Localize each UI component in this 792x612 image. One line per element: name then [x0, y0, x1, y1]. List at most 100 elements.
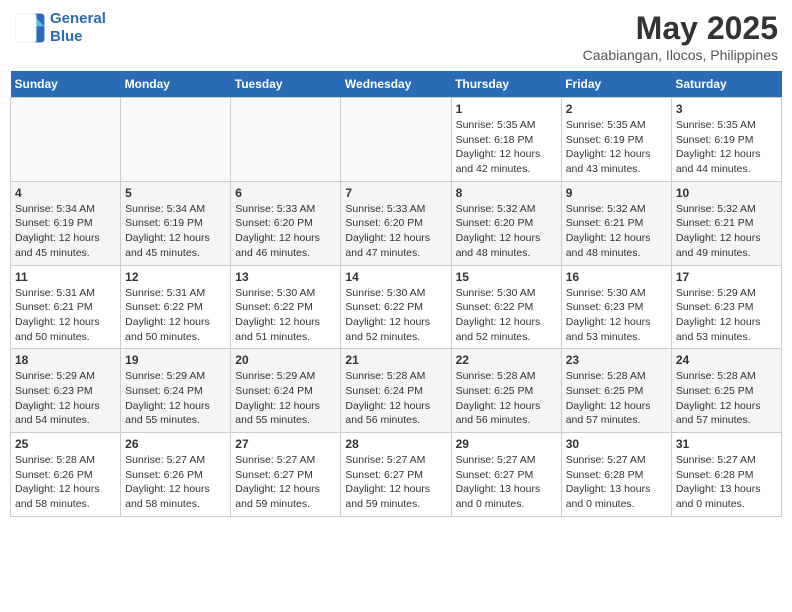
col-header-tuesday: Tuesday — [231, 71, 341, 98]
week-row-1: 1 Sunrise: 5:35 AM Sunset: 6:18 PM Daylig… — [11, 98, 782, 182]
day-info: Sunrise: 5:28 AM Sunset: 6:25 PM Dayligh… — [566, 369, 667, 428]
day-number: 26 — [125, 437, 226, 451]
calendar-cell: 17 Sunrise: 5:29 AM Sunset: 6:23 PM Dayli… — [671, 265, 781, 349]
day-number: 12 — [125, 270, 226, 284]
day-number: 24 — [676, 353, 777, 367]
day-info: Sunrise: 5:34 AM Sunset: 6:19 PM Dayligh… — [125, 202, 226, 261]
day-info: Sunrise: 5:33 AM Sunset: 6:20 PM Dayligh… — [345, 202, 446, 261]
day-info: Sunrise: 5:35 AM Sunset: 6:19 PM Dayligh… — [566, 118, 667, 177]
calendar-cell: 7 Sunrise: 5:33 AM Sunset: 6:20 PM Daylig… — [341, 181, 451, 265]
calendar-cell: 21Sunrise: 5:28 AM Sunset: 6:24 PM Dayli… — [341, 349, 451, 433]
col-header-friday: Friday — [561, 71, 671, 98]
day-info: Sunrise: 5:28 AM Sunset: 6:26 PM Dayligh… — [15, 453, 116, 512]
day-info: Sunrise: 5:27 AM Sunset: 6:26 PM Dayligh… — [125, 453, 226, 512]
calendar-cell: 6 Sunrise: 5:33 AM Sunset: 6:20 PM Daylig… — [231, 181, 341, 265]
day-number: 6 — [235, 186, 336, 200]
day-number: 4 — [15, 186, 116, 200]
col-header-sunday: Sunday — [11, 71, 121, 98]
calendar-cell: 29 Sunrise: 5:27 AM Sunset: 6:27 PM Dayli… — [451, 433, 561, 517]
logo-text: General Blue — [50, 10, 106, 46]
day-number: 23 — [566, 353, 667, 367]
day-number: 10 — [676, 186, 777, 200]
day-info: Sunrise: 5:32 AM Sunset: 6:21 PM Dayligh… — [676, 202, 777, 261]
calendar-cell: 13 Sunrise: 5:30 AM Sunset: 6:22 PM Dayli… — [231, 265, 341, 349]
calendar-cell — [231, 98, 341, 182]
day-number: 11 — [15, 270, 116, 284]
logo-icon — [14, 12, 46, 44]
calendar-cell: 15 Sunrise: 5:30 AM Sunset: 6:22 PM Dayli… — [451, 265, 561, 349]
day-number: 9 — [566, 186, 667, 200]
day-number: 16 — [566, 270, 667, 284]
logo-line2: Blue — [50, 28, 83, 45]
calendar-cell: 25 Sunrise: 5:28 AM Sunset: 6:26 PM Dayli… — [11, 433, 121, 517]
day-info: Sunrise: 5:30 AM Sunset: 6:22 PM Dayligh… — [456, 286, 557, 345]
day-info: Sunrise: 5:29 AM Sunset: 6:24 PM Dayligh… — [235, 369, 336, 428]
logo: General Blue — [14, 10, 106, 46]
day-info: Sunrise: 5:27 AM Sunset: 6:27 PM Dayligh… — [235, 453, 336, 512]
day-info: Sunrise: 5:30 AM Sunset: 6:23 PM Dayligh… — [566, 286, 667, 345]
week-row-3: 11 Sunrise: 5:31 AM Sunset: 6:21 PM Dayli… — [11, 265, 782, 349]
calendar-cell: 9 Sunrise: 5:32 AM Sunset: 6:21 PM Daylig… — [561, 181, 671, 265]
header-row: SundayMondayTuesdayWednesdayThursdayFrid… — [11, 71, 782, 98]
day-number: 25 — [15, 437, 116, 451]
week-row-4: 18 Sunrise: 5:29 AM Sunset: 6:23 PM Dayli… — [11, 349, 782, 433]
day-info: Sunrise: 5:35 AM Sunset: 6:18 PM Dayligh… — [456, 118, 557, 177]
day-number: 13 — [235, 270, 336, 284]
calendar-table: SundayMondayTuesdayWednesdayThursdayFrid… — [10, 71, 782, 517]
calendar-cell: 20 Sunrise: 5:29 AM Sunset: 6:24 PM Dayli… — [231, 349, 341, 433]
calendar-cell: 4 Sunrise: 5:34 AM Sunset: 6:19 PM Daylig… — [11, 181, 121, 265]
calendar-cell: 1 Sunrise: 5:35 AM Sunset: 6:18 PM Daylig… — [451, 98, 561, 182]
day-info: Sunrise: 5:27 AM Sunset: 6:28 PM Dayligh… — [566, 453, 667, 512]
day-number: 7 — [345, 186, 446, 200]
day-info: Sunrise: 5:28 AM Sunset: 6:25 PM Dayligh… — [456, 369, 557, 428]
day-number: 17 — [676, 270, 777, 284]
calendar-cell — [11, 98, 121, 182]
calendar-cell: 23 Sunrise: 5:28 AM Sunset: 6:25 PM Dayli… — [561, 349, 671, 433]
calendar-cell: 12 Sunrise: 5:31 AM Sunset: 6:22 PM Dayli… — [121, 265, 231, 349]
calendar-cell: 18 Sunrise: 5:29 AM Sunset: 6:23 PM Dayli… — [11, 349, 121, 433]
day-number: 1 — [456, 102, 557, 116]
day-info: Sunrise: 5:27 AM Sunset: 6:27 PM Dayligh… — [456, 453, 557, 512]
calendar-cell: 10 Sunrise: 5:32 AM Sunset: 6:21 PM Dayli… — [671, 181, 781, 265]
day-info: Sunrise: 5:29 AM Sunset: 6:23 PM Dayligh… — [676, 286, 777, 345]
calendar-cell: 16 Sunrise: 5:30 AM Sunset: 6:23 PM Dayli… — [561, 265, 671, 349]
col-header-thursday: Thursday — [451, 71, 561, 98]
calendar-cell: 28Sunrise: 5:27 AM Sunset: 6:27 PM Dayli… — [341, 433, 451, 517]
day-info: Sunrise: 5:31 AM Sunset: 6:21 PM Dayligh… — [15, 286, 116, 345]
day-number: 31 — [676, 437, 777, 451]
day-info: Sunrise: 5:30 AM Sunset: 6:22 PM Dayligh… — [235, 286, 336, 345]
day-info: Sunrise: 5:34 AM Sunset: 6:19 PM Dayligh… — [15, 202, 116, 261]
day-number: 30 — [566, 437, 667, 451]
day-info: Sunrise: 5:29 AM Sunset: 6:24 PM Dayligh… — [125, 369, 226, 428]
col-header-wednesday: Wednesday — [341, 71, 451, 98]
calendar-cell: 31Sunrise: 5:27 AM Sunset: 6:28 PM Dayli… — [671, 433, 781, 517]
calendar-cell: 14Sunrise: 5:30 AM Sunset: 6:22 PM Dayli… — [341, 265, 451, 349]
day-info: Sunrise: 5:29 AM Sunset: 6:23 PM Dayligh… — [15, 369, 116, 428]
day-number: 20 — [235, 353, 336, 367]
day-number: 15 — [456, 270, 557, 284]
col-header-saturday: Saturday — [671, 71, 781, 98]
calendar-cell: 27 Sunrise: 5:27 AM Sunset: 6:27 PM Dayli… — [231, 433, 341, 517]
day-number: 5 — [125, 186, 226, 200]
week-row-5: 25 Sunrise: 5:28 AM Sunset: 6:26 PM Dayli… — [11, 433, 782, 517]
calendar-cell — [341, 98, 451, 182]
day-info: Sunrise: 5:28 AM Sunset: 6:25 PM Dayligh… — [676, 369, 777, 428]
day-info: Sunrise: 5:33 AM Sunset: 6:20 PM Dayligh… — [235, 202, 336, 261]
calendar-cell: 19Sunrise: 5:29 AM Sunset: 6:24 PM Dayli… — [121, 349, 231, 433]
calendar-cell: 26 Sunrise: 5:27 AM Sunset: 6:26 PM Dayli… — [121, 433, 231, 517]
day-number: 18 — [15, 353, 116, 367]
calendar-cell: 24 Sunrise: 5:28 AM Sunset: 6:25 PM Dayli… — [671, 349, 781, 433]
calendar-cell: 2Sunrise: 5:35 AM Sunset: 6:19 PM Daylig… — [561, 98, 671, 182]
day-info: Sunrise: 5:31 AM Sunset: 6:22 PM Dayligh… — [125, 286, 226, 345]
day-info: Sunrise: 5:32 AM Sunset: 6:21 PM Dayligh… — [566, 202, 667, 261]
calendar-cell: 22Sunrise: 5:28 AM Sunset: 6:25 PM Dayli… — [451, 349, 561, 433]
week-row-2: 4 Sunrise: 5:34 AM Sunset: 6:19 PM Daylig… — [11, 181, 782, 265]
calendar-cell: 3Sunrise: 5:35 AM Sunset: 6:19 PM Daylig… — [671, 98, 781, 182]
day-number: 27 — [235, 437, 336, 451]
day-number: 14 — [345, 270, 446, 284]
day-number: 29 — [456, 437, 557, 451]
subtitle: Caabiangan, Ilocos, Philippines — [583, 47, 778, 63]
day-number: 28 — [345, 437, 446, 451]
header: General Blue May 2025 Caabiangan, Ilocos… — [10, 10, 782, 63]
col-header-monday: Monday — [121, 71, 231, 98]
